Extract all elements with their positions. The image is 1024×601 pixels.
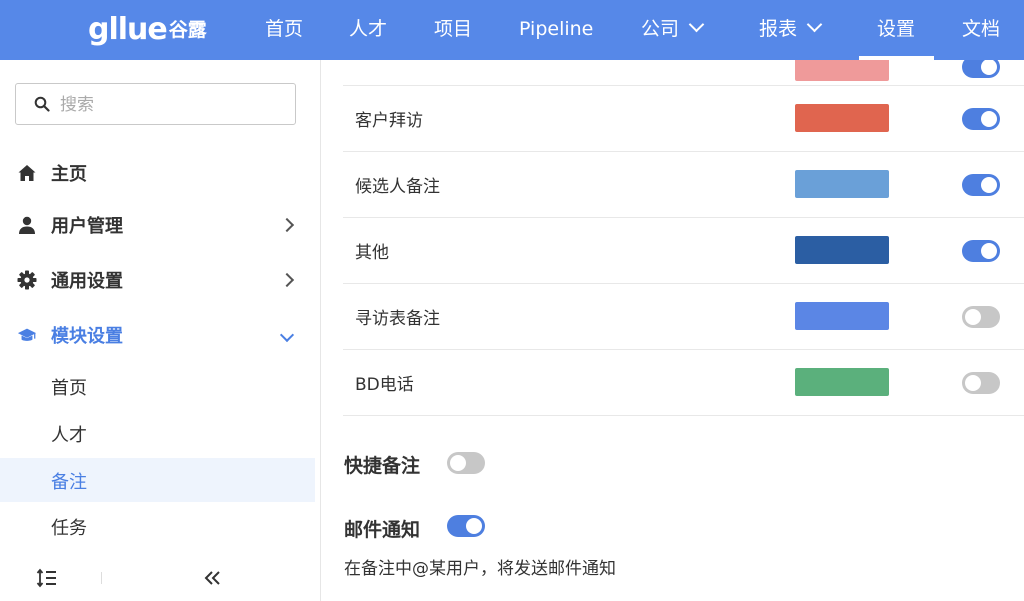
- submenu-label: 首页: [51, 378, 87, 399]
- color-swatch[interactable]: [795, 302, 889, 330]
- enable-toggle[interactable]: [962, 174, 1000, 196]
- nav-label: 人才: [349, 18, 388, 40]
- submenu-item-talent[interactable]: 人才: [0, 411, 315, 455]
- color-swatch[interactable]: [795, 170, 889, 198]
- submenu-label: 任务: [51, 518, 87, 539]
- enable-toggle[interactable]: [962, 372, 1000, 394]
- nav-label: 设置: [877, 18, 916, 40]
- enable-toggle[interactable]: [962, 240, 1000, 262]
- sidebar-item-home[interactable]: 主页: [0, 148, 315, 198]
- gear-icon: [17, 270, 37, 290]
- note-type-row: [343, 60, 1024, 86]
- toggle-knob: [450, 455, 466, 471]
- chevron-right-icon: [279, 272, 295, 288]
- nav-item-pipeline[interactable]: Pipeline: [519, 0, 593, 60]
- note-type-label: 客户拜访: [355, 111, 423, 131]
- submenu-item-home[interactable]: 首页: [0, 364, 315, 408]
- gllue-logo[interactable]: gllue 谷露: [88, 13, 207, 47]
- logo-text: gllue: [88, 12, 168, 47]
- search-box: [15, 83, 296, 125]
- nav-label: 首页: [265, 18, 304, 40]
- color-swatch[interactable]: [795, 104, 889, 132]
- submenu-label: 人才: [51, 425, 87, 446]
- nav-item-company[interactable]: 公司: [641, 0, 705, 60]
- nav-label: 公司: [641, 18, 680, 40]
- sidebar: 主页 用户管理 通用设置: [0, 60, 321, 601]
- double-chevron-left-icon[interactable]: [203, 568, 223, 588]
- email-notify-toggle[interactable]: [447, 515, 485, 537]
- toggle-knob: [981, 111, 997, 127]
- note-type-label: 其他: [355, 243, 389, 263]
- enable-toggle[interactable]: [962, 306, 1000, 328]
- submenu-item-notes[interactable]: 备注: [0, 458, 315, 502]
- toggle-knob: [466, 518, 482, 534]
- nav-item-projects[interactable]: 项目: [434, 0, 472, 60]
- sidebar-item-general-settings[interactable]: 通用设置: [0, 255, 315, 305]
- toggle-knob: [981, 60, 997, 75]
- logo-cn-text: 谷露: [168, 19, 207, 41]
- chevron-right-icon: [279, 217, 295, 233]
- toggle-knob: [981, 243, 997, 259]
- home-icon: [18, 165, 36, 181]
- sort-icon[interactable]: [36, 568, 58, 588]
- toggle-knob: [965, 309, 981, 325]
- nav-item-reports[interactable]: 报表: [759, 0, 823, 60]
- search-icon: [34, 96, 50, 112]
- note-type-label: 候选人备注: [355, 177, 440, 197]
- note-type-row: 候选人备注: [343, 151, 1024, 218]
- nav-label: 文档: [962, 18, 1001, 40]
- submenu-label: 备注: [51, 472, 87, 493]
- sidebar-item-label: 用户管理: [51, 216, 123, 237]
- nav-item-talent[interactable]: 人才: [349, 0, 387, 60]
- chevron-down-icon: [279, 327, 295, 343]
- note-type-row: 其他: [343, 217, 1024, 284]
- color-swatch[interactable]: [795, 368, 889, 396]
- submenu-item-tasks[interactable]: 任务: [0, 504, 315, 548]
- note-type-label: BD电话: [355, 375, 414, 395]
- search-input[interactable]: [58, 92, 282, 118]
- note-type-row: 客户拜访: [343, 85, 1024, 152]
- note-type-label: 寻访表备注: [355, 309, 440, 329]
- email-notify-title: 邮件通知: [344, 519, 421, 541]
- color-swatch[interactable]: [795, 60, 889, 81]
- divider: [101, 572, 102, 584]
- nav-item-home[interactable]: 首页: [265, 0, 303, 60]
- enable-toggle[interactable]: [962, 108, 1000, 130]
- nav-label: Pipeline: [519, 18, 594, 40]
- nav-label: 项目: [434, 18, 473, 40]
- top-nav-bar: gllue 谷露 首页 人才 项目 Pipeline 公司 报表 设置 文档: [0, 0, 1024, 60]
- note-type-row: 寻访表备注: [343, 283, 1024, 350]
- sidebar-item-user-management[interactable]: 用户管理: [0, 200, 315, 250]
- note-type-row: BD电话: [343, 349, 1024, 416]
- enable-toggle[interactable]: [962, 60, 1000, 78]
- graduation-cap-icon: [17, 328, 37, 341]
- sidebar-item-module-settings[interactable]: 模块设置: [0, 310, 315, 360]
- nav-label: 报表: [759, 18, 798, 40]
- user-icon: [19, 216, 35, 234]
- toggle-knob: [965, 375, 981, 391]
- email-notify-description: 在备注中@某用户，将发送邮件通知: [344, 559, 616, 579]
- main-content: 客户拜访 候选人备注 其他 寻访表备注 BD电话 快捷备注 邮件通知 在备注中@…: [321, 60, 1024, 601]
- nav-item-settings[interactable]: 设置: [877, 0, 915, 60]
- toggle-knob: [981, 177, 997, 193]
- sidebar-item-label: 通用设置: [51, 271, 123, 292]
- quick-note-toggle[interactable]: [447, 452, 485, 474]
- quick-note-title: 快捷备注: [344, 455, 421, 477]
- color-swatch[interactable]: [795, 236, 889, 264]
- nav-item-docs[interactable]: 文档: [962, 0, 1000, 60]
- sidebar-item-label: 主页: [51, 164, 87, 185]
- sidebar-item-label: 模块设置: [51, 326, 123, 347]
- chevron-down-icon: [806, 16, 823, 33]
- chevron-down-icon: [688, 16, 705, 33]
